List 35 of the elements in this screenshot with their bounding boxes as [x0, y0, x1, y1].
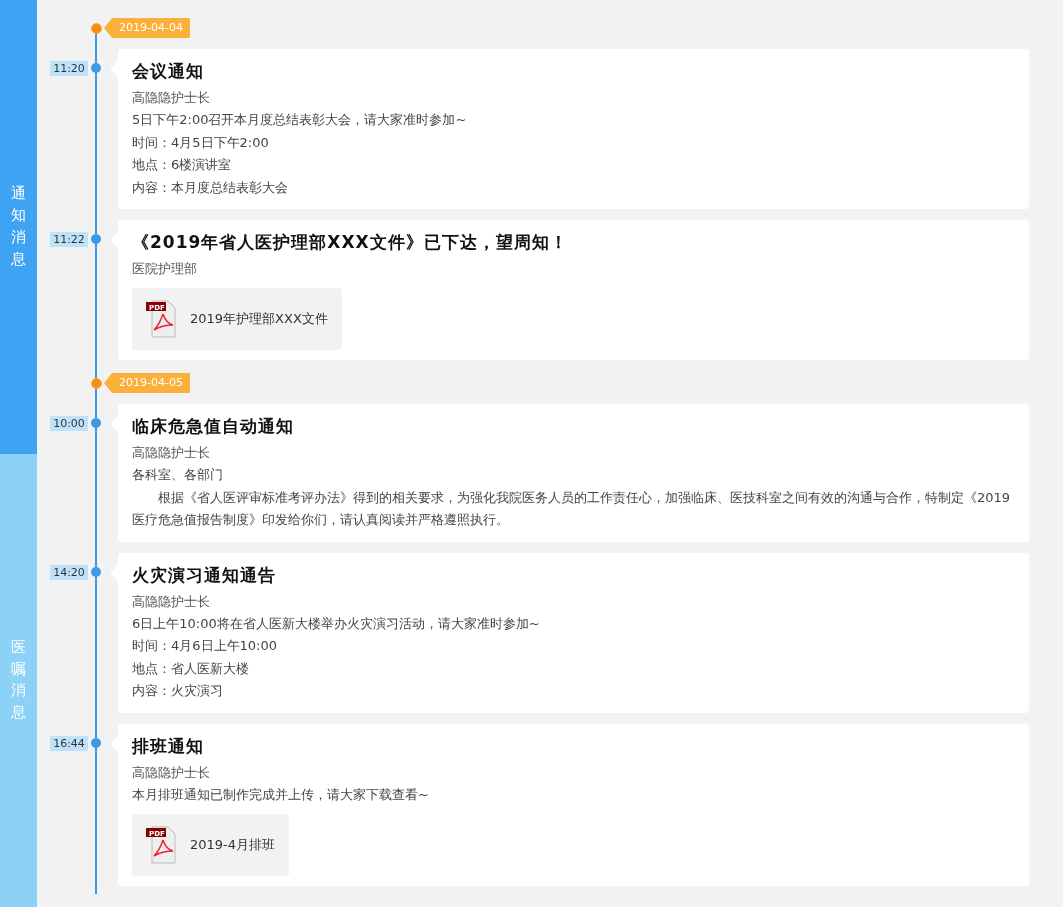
timeline-dot: [91, 63, 101, 73]
notice-title: 会议通知: [132, 60, 205, 83]
notice-text: 6日上午10:00将在省人医新大楼举办火灾演习活动，请大家准时参加~: [132, 614, 541, 633]
date-tag: 2019-04-04: [104, 18, 190, 38]
timeline-dot: [91, 566, 101, 577]
notice-text: 时间：4月5日下午2:00: [132, 133, 270, 152]
notice-text: 内容：火灾演习: [132, 682, 224, 700]
notice-author: 高隐隐护士长: [132, 444, 211, 462]
time-tag: 16:44: [50, 735, 88, 751]
timeline-dot: [91, 22, 102, 34]
notice-author: 高隐隐护士长: [132, 89, 211, 107]
notice-text: 时间：4月6日上午10:00: [132, 637, 278, 655]
notice-text: 5日下午2:00召开本月度总结表彰大会，请大家准时参加~: [132, 111, 468, 129]
time-tag: 14:20: [50, 564, 88, 580]
timeline-dot: [91, 418, 101, 428]
notice-text: 本月排班通知已制作完成并上传，请大家下载查看~: [132, 785, 430, 804]
notice-paragraph: 根据《省人医评审标准考评办法》得到的相关要求，为强化我院医务人员的工作责任心，加强临床、医技科室之间有效的沟通与合作，特制定《2019医疗危急值报告制度》印发给你们，请认真阅读并严格遵照执行。: [132, 488, 1012, 529]
time-tag: 10:00: [50, 416, 88, 431]
notice-title: 火灾演习通知通告: [132, 563, 277, 587]
time-tag: 11:20: [50, 61, 88, 76]
notice-author: 医院护理部: [132, 260, 198, 278]
timeline-dot: [91, 377, 102, 389]
notice-text: 各科室、各部门: [132, 466, 224, 484]
date-tag: 2019-04-05: [104, 373, 190, 393]
notice-title: 排班通知: [132, 734, 205, 758]
timeline-dot: [91, 234, 101, 244]
notice-text: 地点：6楼演讲室: [132, 156, 233, 174]
time-tag: 11:22: [50, 232, 88, 247]
notice-title: 临床危急值自动通知: [132, 415, 295, 438]
notice-text: 地点：省人医新大楼: [132, 659, 250, 678]
notice-author: 高隐隐护士长: [132, 763, 211, 782]
notice-text: 内容：本月度总结表彰大会: [132, 178, 289, 197]
notice-author: 高隐隐护士长: [132, 592, 211, 611]
timeline-dot: [91, 737, 101, 748]
notice-title: 《2019年省人医护理部XXX文件》已下达，望周知！: [132, 231, 569, 254]
